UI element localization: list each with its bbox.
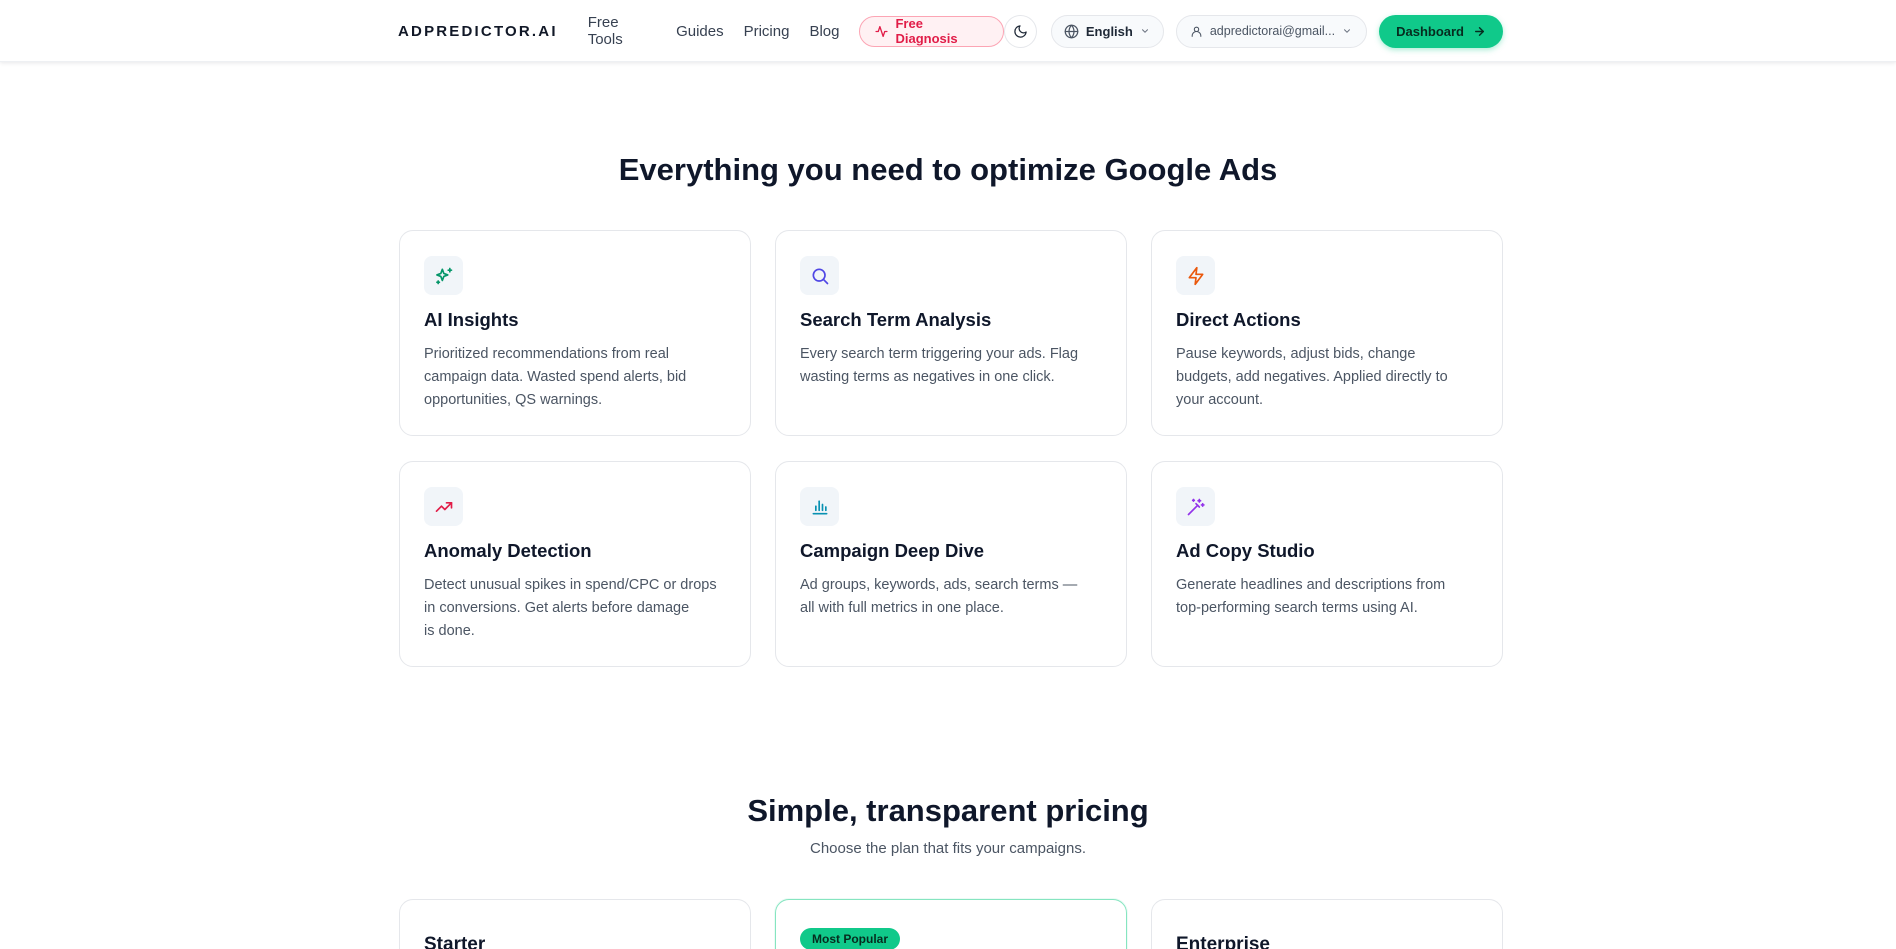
- description-line: Every search term triggering your ads. F…: [800, 346, 1079, 362]
- feature-description: Generate headlines and descriptions from…: [1176, 574, 1478, 620]
- user-email: adpredictorai@gmail...: [1209, 24, 1336, 38]
- feature-card-anomaly-detection: Anomaly Detection Detect unusual spikes …: [399, 461, 751, 667]
- chevron-down-icon: [1342, 26, 1352, 36]
- features-title: Everything you need to optimize Google A…: [618, 152, 1278, 187]
- plan-name: Starter: [424, 934, 486, 949]
- feature-title: Campaign Deep Dive: [800, 540, 985, 561]
- nav-guides[interactable]: Guides: [676, 23, 724, 40]
- globe-icon: [1064, 24, 1079, 39]
- description-line: Pause keywords, adjust bids, change: [1176, 346, 1416, 362]
- description-line: all with full metrics in one place.: [800, 600, 1004, 616]
- description-line: budgets, add negatives. Applied directly…: [1176, 369, 1448, 385]
- description-line: wasting terms as negatives in one click.: [800, 369, 1055, 385]
- free-diagnosis-button[interactable]: Free Diagnosis: [859, 15, 1005, 47]
- dashboard-button[interactable]: Dashboard: [1379, 14, 1503, 48]
- description-line: opportunities, QS warnings.: [424, 392, 603, 408]
- moon-icon: [1013, 24, 1028, 39]
- plan-card-popular: Most Popular: [775, 899, 1127, 949]
- description-line: is done.: [424, 623, 475, 639]
- description-line: campaign data. Wasted spend alerts, bid: [424, 369, 687, 385]
- description-line: your account.: [1176, 392, 1264, 408]
- site-logo[interactable]: ADPREDICTOR.AI: [398, 23, 558, 40]
- pricing-title: Simple, transparent pricing: [747, 793, 1149, 828]
- chevron-down-icon: [1140, 26, 1150, 36]
- trending-up-icon: [424, 487, 463, 526]
- description-line: top-performing search terms using AI.: [1176, 600, 1418, 616]
- header-inner: ADPREDICTOR.AI Free Tools Guides Pricing…: [398, 0, 1503, 62]
- most-popular-badge: Most Popular: [800, 928, 901, 949]
- feature-description: Pause keywords, adjust bids, change budg…: [1176, 343, 1478, 412]
- feature-title: AI Insights: [424, 309, 519, 330]
- bar-chart-icon: [800, 487, 839, 526]
- language-label: English: [1085, 23, 1133, 39]
- feature-card-ad-copy-studio: Ad Copy Studio Generate headlines and de…: [1151, 461, 1503, 667]
- feature-description: Prioritized recommendations from real ca…: [424, 343, 726, 412]
- free-diagnosis-label: Free Diagnosis: [895, 16, 958, 46]
- description-line: Generate headlines and descriptions from: [1176, 577, 1446, 593]
- feature-title: Direct Actions: [1176, 309, 1301, 330]
- plan-card-enterprise: Enterprise: [1151, 899, 1503, 949]
- user-icon: [1190, 25, 1203, 38]
- feature-title: Anomaly Detection: [424, 540, 592, 561]
- feature-title: Ad Copy Studio: [1176, 540, 1315, 561]
- nav-free-tools[interactable]: Free Tools: [588, 14, 656, 48]
- plan-card-starter: Starter: [399, 899, 751, 949]
- search-icon: [800, 256, 839, 295]
- feature-card-ai-insights: AI Insights Prioritized recommendations …: [399, 230, 751, 436]
- nav-blog[interactable]: Blog: [809, 23, 839, 40]
- sparkles-icon: [424, 256, 463, 295]
- dashboard-label: Dashboard: [1396, 23, 1464, 39]
- description-line: Ad groups, keywords, ads, search terms —: [800, 577, 1078, 593]
- feature-description: Detect unusual spikes in spend/CPC or dr…: [424, 574, 726, 643]
- user-menu-button[interactable]: adpredictorai@gmail...: [1175, 14, 1368, 48]
- main-nav: Free Tools Guides Pricing Blog: [588, 14, 840, 48]
- feature-card-campaign-deep-dive: Campaign Deep Dive Ad groups, keywords, …: [775, 461, 1127, 667]
- feature-card-search-term-analysis: Search Term Analysis Every search term t…: [775, 230, 1127, 436]
- description-line: Prioritized recommendations from real: [424, 346, 669, 362]
- activity-icon: [875, 25, 889, 38]
- zap-icon: [1176, 256, 1215, 295]
- feature-card-direct-actions: Direct Actions Pause keywords, adjust bi…: [1151, 230, 1503, 436]
- theme-toggle-button[interactable]: [1004, 14, 1037, 48]
- magic-wand-icon: [1176, 487, 1215, 526]
- plan-name: Enterprise: [1176, 934, 1270, 949]
- nav-pricing[interactable]: Pricing: [744, 23, 790, 40]
- language-selector[interactable]: English: [1050, 14, 1164, 48]
- arrow-right-icon: [1473, 25, 1486, 38]
- feature-description: Ad groups, keywords, ads, search terms —…: [800, 574, 1102, 620]
- feature-description: Every search term triggering your ads. F…: [800, 343, 1102, 389]
- site-header: ADPREDICTOR.AI Free Tools Guides Pricing…: [0, 0, 1896, 62]
- description-line: Detect unusual spikes in spend/CPC or dr…: [424, 577, 717, 593]
- pricing-subtitle: Choose the plan that fits your campaigns…: [810, 840, 1086, 857]
- description-line: in conversions. Get alerts before damage: [424, 600, 690, 616]
- feature-title: Search Term Analysis: [800, 309, 992, 330]
